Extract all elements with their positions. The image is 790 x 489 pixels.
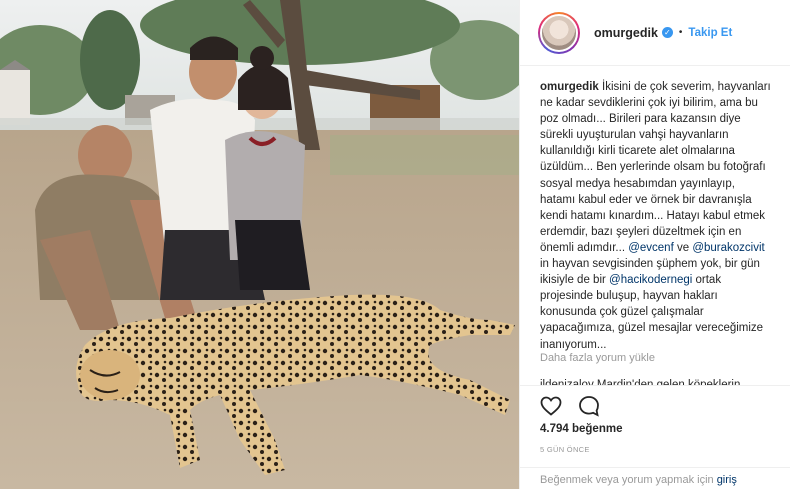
mention-burakozcivit[interactable]: @burakozcivit — [692, 242, 764, 254]
heart-icon[interactable] — [539, 394, 563, 418]
caption-username[interactable]: omurgedik — [540, 81, 599, 93]
load-more-comments-link[interactable]: Daha fazla yorum yükle — [540, 352, 655, 364]
likes-count[interactable]: 4.794 beğenme — [540, 423, 622, 435]
comment-text: ildenizaloy Mardin'den gelen köpeklerin — [540, 379, 741, 385]
login-link[interactable]: giriş — [717, 474, 737, 486]
post-side-panel: omurgedik ✓ • Takip Et omurgedik İkisini… — [519, 0, 790, 489]
username-link[interactable]: omurgedik — [594, 26, 658, 40]
login-prompt: Beğenmek veya yorum yapmak için giriş — [540, 474, 737, 486]
login-prompt-text: Beğenmek veya yorum yapmak için — [540, 474, 717, 486]
verified-badge-icon: ✓ — [661, 27, 673, 38]
post-image — [0, 0, 519, 489]
avatar-photo — [540, 13, 578, 52]
login-prompt-bar: Beğenmek veya yorum yapmak için giriş — [520, 467, 790, 489]
comment-item: ildenizaloy Mardin'den gelen köpeklerin — [540, 377, 780, 385]
caption-text-1: İkisini de çok severim, hayvanları ne ka… — [540, 81, 771, 254]
post-caption: omurgedik İkisini de çok severim, hayvan… — [540, 79, 772, 353]
mention-hacikodernegi[interactable]: @hacikodernegi — [609, 274, 692, 286]
post-actions: 4.794 beğenme 5 GÜN ÖNCE Beğenmek veya y… — [520, 385, 790, 488]
post-photo[interactable] — [0, 0, 519, 489]
separator-dot: • — [678, 27, 683, 38]
comment-icon[interactable] — [577, 394, 601, 418]
post-header: omurgedik ✓ • Takip Et — [520, 0, 790, 66]
caption-conj: ve — [673, 241, 693, 254]
mention-evcenf[interactable]: @evcenf — [628, 242, 674, 254]
avatar[interactable] — [538, 11, 580, 54]
follow-button[interactable]: Takip Et — [688, 27, 732, 39]
post-timestamp: 5 GÜN ÖNCE — [540, 445, 590, 454]
